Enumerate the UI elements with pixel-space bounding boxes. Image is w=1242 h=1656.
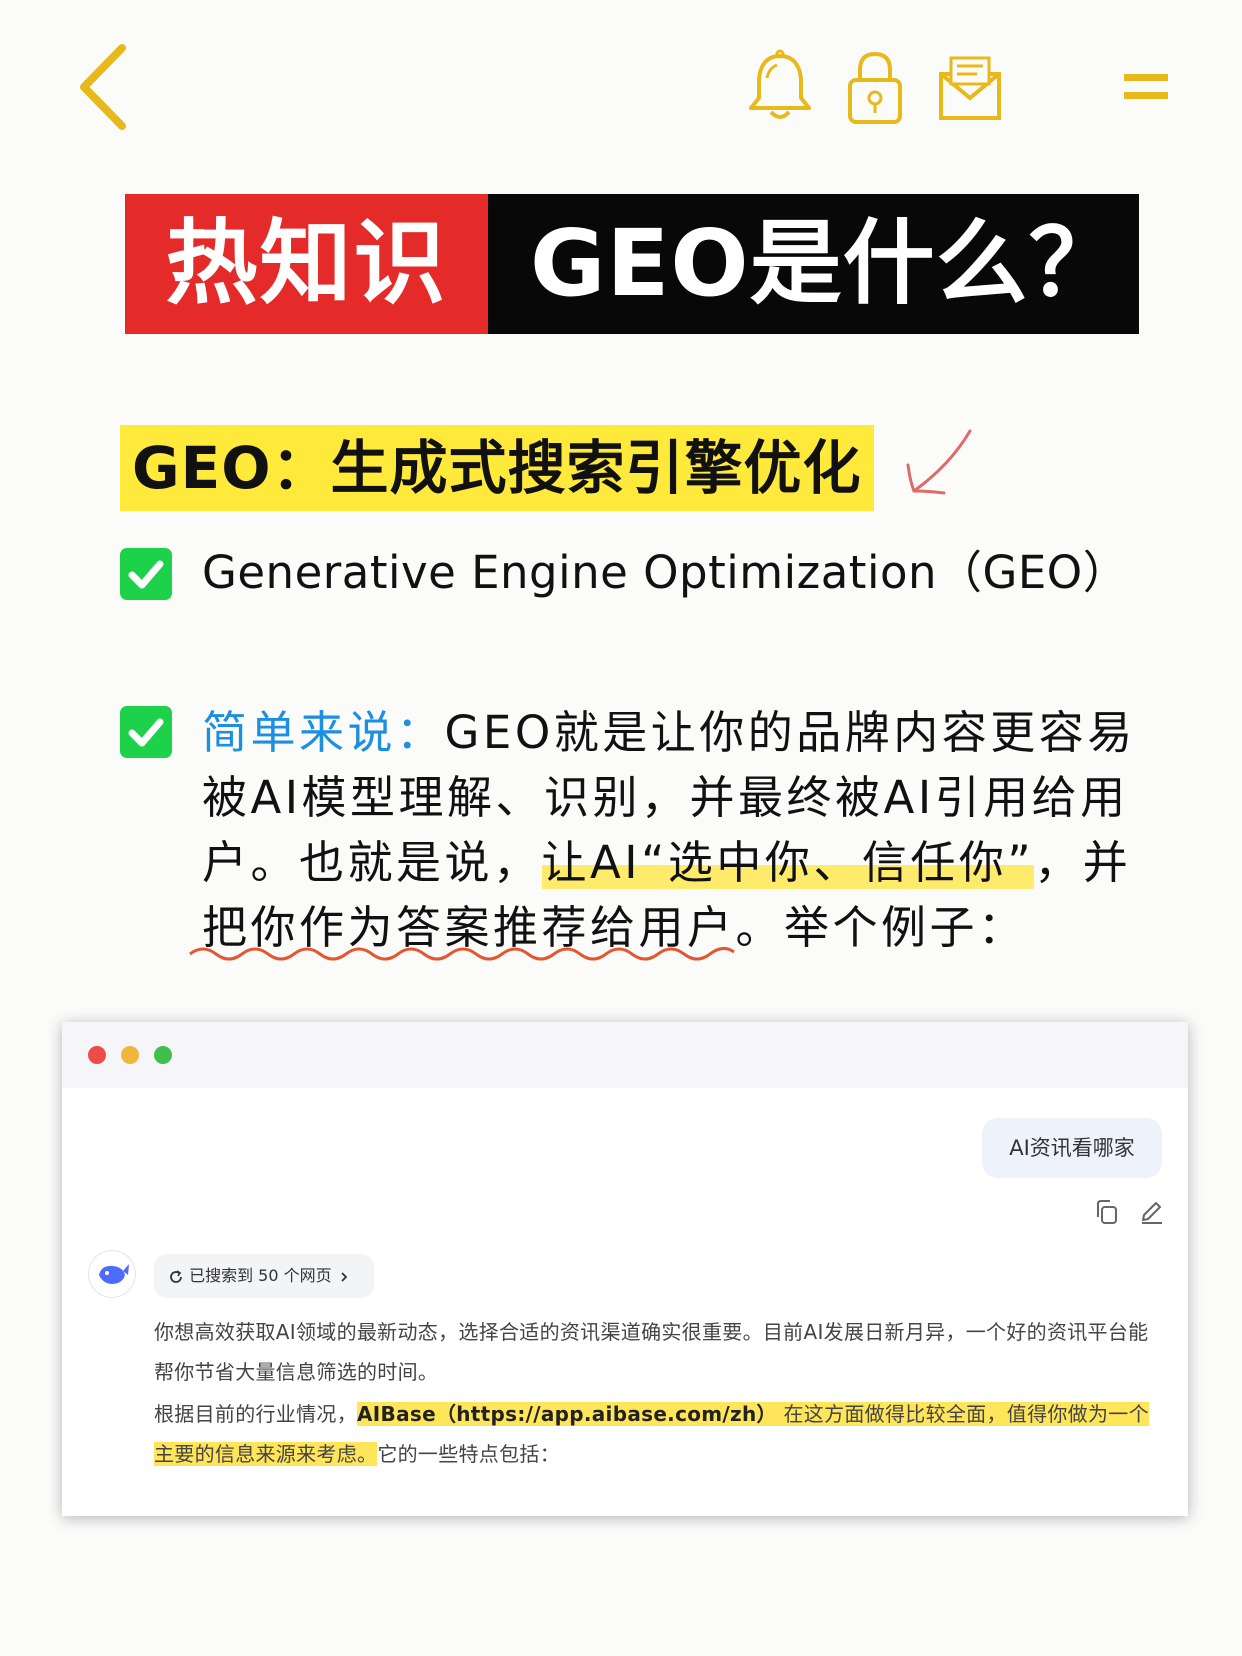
mail-icon bbox=[939, 56, 1001, 120]
checkbox-checked-2 bbox=[120, 706, 172, 758]
explanation-part2: ，并 bbox=[1034, 836, 1132, 889]
check-icon bbox=[128, 718, 164, 747]
section-heading: GEO：生成式搜索引擎优化 bbox=[120, 425, 874, 511]
arrow-doodle-icon bbox=[906, 429, 972, 495]
explanation-paragraph: 简单来说：GEO就是让你的品牌内容更容易被AI模型理解、识别，并最终被AI引用给… bbox=[202, 700, 1162, 960]
search-status-pill[interactable]: 已搜索到 50 个网页 bbox=[154, 1254, 374, 1298]
assistant-reply-paragraph-1: 你想高效获取AI领域的最新动态，选择合适的资讯渠道确实很重要。目前AI发展日新月… bbox=[154, 1320, 1149, 1384]
edit-icon[interactable] bbox=[1136, 1197, 1166, 1227]
title-banner: 热知识 GEO是什么？ bbox=[125, 194, 1139, 334]
checkbox-checked-1 bbox=[120, 548, 172, 600]
menu-button[interactable] bbox=[1120, 70, 1172, 104]
close-dot[interactable] bbox=[88, 1046, 106, 1064]
chevron-left-icon bbox=[80, 44, 126, 130]
whale-logo-icon bbox=[99, 1264, 129, 1284]
chat-screenshot: AI资讯看哪家 已搜索到 50 个网页 你想高效获取AI领域的最新动态，选择合适… bbox=[62, 1022, 1188, 1516]
wavy-underline bbox=[189, 947, 735, 961]
lock-icon bbox=[848, 51, 902, 124]
bell-icon bbox=[749, 49, 811, 119]
search-status-text: 已搜索到 50 个网页 bbox=[189, 1266, 332, 1285]
window-titlebar bbox=[62, 1022, 1188, 1088]
menu-icon bbox=[1124, 74, 1168, 99]
banner-tag: 热知识 bbox=[125, 194, 488, 334]
banner-title: GEO是什么？ bbox=[488, 194, 1139, 334]
reply-suffix: 它的一些特点包括： bbox=[377, 1442, 561, 1466]
lock-button[interactable] bbox=[840, 48, 910, 126]
maximize-dot[interactable] bbox=[154, 1046, 172, 1064]
explanation-highlight: 让AI“选中你、信任你” bbox=[541, 836, 1035, 889]
assistant-reply-paragraph-2: 根据目前的行业情况，AIBase（https://app.aibase.com/… bbox=[154, 1394, 1164, 1474]
explanation-part3: 。举个例子： bbox=[735, 901, 1027, 954]
chevron-right-icon bbox=[341, 1271, 348, 1282]
copy-icon[interactable] bbox=[1092, 1197, 1122, 1227]
definition-text: Generative Engine Optimization（GEO） bbox=[202, 546, 1129, 599]
notifications-button[interactable] bbox=[745, 48, 815, 126]
check-icon bbox=[128, 560, 164, 589]
minimize-dot[interactable] bbox=[121, 1046, 139, 1064]
explanation-lead: 简单来说： bbox=[202, 706, 445, 759]
brand-link[interactable]: （https://app.aibase.com/zh） bbox=[436, 1402, 777, 1426]
back-button[interactable] bbox=[70, 40, 140, 135]
refresh-icon bbox=[170, 1269, 182, 1283]
reply-prefix: 根据目前的行业情况， bbox=[154, 1402, 357, 1426]
assistant-avatar bbox=[88, 1250, 136, 1298]
user-message-bubble: AI资讯看哪家 bbox=[982, 1118, 1162, 1178]
brand-name: AIBase bbox=[357, 1402, 436, 1426]
mail-button[interactable] bbox=[935, 48, 1005, 126]
